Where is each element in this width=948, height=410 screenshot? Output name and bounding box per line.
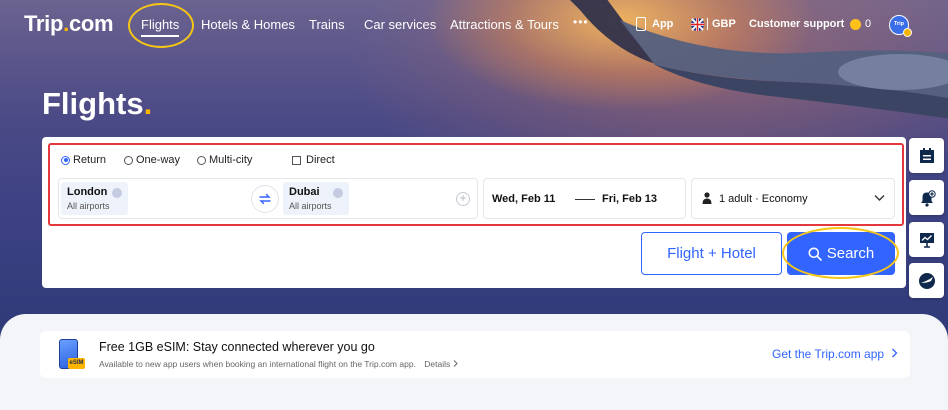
nav-item-attractions[interactable]: Attractions & Tours <box>450 17 559 32</box>
nav-app-link[interactable]: App <box>652 18 673 30</box>
avatar-badge-icon <box>903 28 912 37</box>
remove-from-icon[interactable] <box>112 188 122 198</box>
passenger-summary: 1 adult · Economy <box>719 193 808 205</box>
trip-type-multi-city[interactable]: Multi-city <box>197 154 252 166</box>
nav-item-trains[interactable]: Trains <box>309 17 345 32</box>
avatar-text: Trip <box>893 21 905 27</box>
checkbox-icon <box>292 155 301 165</box>
radio-return-icon <box>61 155 70 165</box>
nav-item-hotels[interactable]: Hotels & Homes <box>201 17 295 32</box>
nav-customer-support[interactable]: Customer support <box>749 18 844 30</box>
nav-more-button[interactable]: ••• <box>573 15 589 29</box>
date-separator <box>575 199 595 200</box>
page-title: Flights. <box>42 86 152 122</box>
chevron-right-icon <box>892 348 898 358</box>
itinerary-button[interactable] <box>909 138 944 173</box>
search-highlight-oval <box>782 227 899 279</box>
title-dot: . <box>143 86 153 121</box>
to-airport-chip[interactable]: Dubai All airports <box>283 182 349 215</box>
nav-divider <box>707 18 708 30</box>
flight-status-button[interactable] <box>909 263 944 298</box>
from-sub: All airports <box>67 201 110 211</box>
get-app-link[interactable]: Get the Trip.com app <box>772 347 898 361</box>
top-nav: Trip.com Flights Hotels & Homes Trains C… <box>0 0 948 50</box>
return-date[interactable]: Fri, Feb 13 <box>602 193 657 205</box>
nav-item-flights[interactable]: Flights <box>141 17 180 37</box>
trip-type-return[interactable]: Return <box>61 154 106 166</box>
radio-one-way-icon <box>124 155 133 165</box>
trends-button[interactable] <box>909 222 944 257</box>
to-sub: All airports <box>289 201 332 211</box>
price-alert-icon <box>920 189 936 207</box>
chevron-right-icon <box>453 360 458 367</box>
trip-type-multi-city-label: Multi-city <box>209 154 253 166</box>
direct-label: Direct <box>306 154 335 166</box>
person-icon <box>702 192 712 204</box>
nav-item-car-services[interactable]: Car services <box>364 17 436 32</box>
logo-text: Trip <box>24 11 64 36</box>
flight-status-icon <box>918 272 935 289</box>
radio-multi-city-icon <box>197 155 206 165</box>
esim-badge: eSIM <box>68 358 85 369</box>
swap-button[interactable] <box>251 185 279 213</box>
app-icon <box>636 17 646 31</box>
esim-details-link[interactable]: Details <box>424 359 450 369</box>
plus-icon[interactable]: + <box>456 192 470 206</box>
trends-icon <box>919 232 934 248</box>
flight-hotel-button[interactable]: Flight + Hotel <box>641 232 782 275</box>
trip-type-one-way-label: One-way <box>136 154 181 166</box>
nav-currency[interactable]: GBP <box>712 18 736 30</box>
trip-type-one-way[interactable]: One-way <box>124 154 180 166</box>
itinerary-icon <box>919 147 934 163</box>
nav-coin-count[interactable]: 0 <box>865 18 871 30</box>
price-alert-button[interactable] <box>909 180 944 215</box>
remove-to-icon[interactable] <box>333 188 343 198</box>
esim-badge-text: eSIM <box>69 360 84 366</box>
page-title-text: Flights <box>42 86 144 121</box>
esim-subtitle: Available to new app users when booking … <box>99 359 458 369</box>
esim-title: Free 1GB eSIM: Stay connected wherever y… <box>99 340 375 354</box>
direct-checkbox[interactable]: Direct <box>292 154 335 166</box>
esim-subtitle-text: Available to new app users when booking … <box>99 359 416 369</box>
avatar[interactable]: Trip <box>889 15 912 37</box>
get-app-link-text: Get the Trip.com app <box>772 347 885 361</box>
chevron-down-icon <box>874 195 885 201</box>
uk-flag-icon <box>691 18 704 31</box>
trip-logo[interactable]: Trip.com <box>24 11 114 37</box>
coin-icon <box>850 19 861 30</box>
depart-date[interactable]: Wed, Feb 11 <box>492 193 555 205</box>
from-airport-chip[interactable]: London All airports <box>61 182 128 215</box>
swap-icon <box>259 193 271 205</box>
trip-type-return-label: Return <box>73 154 107 166</box>
logo-tail: com <box>68 11 114 36</box>
